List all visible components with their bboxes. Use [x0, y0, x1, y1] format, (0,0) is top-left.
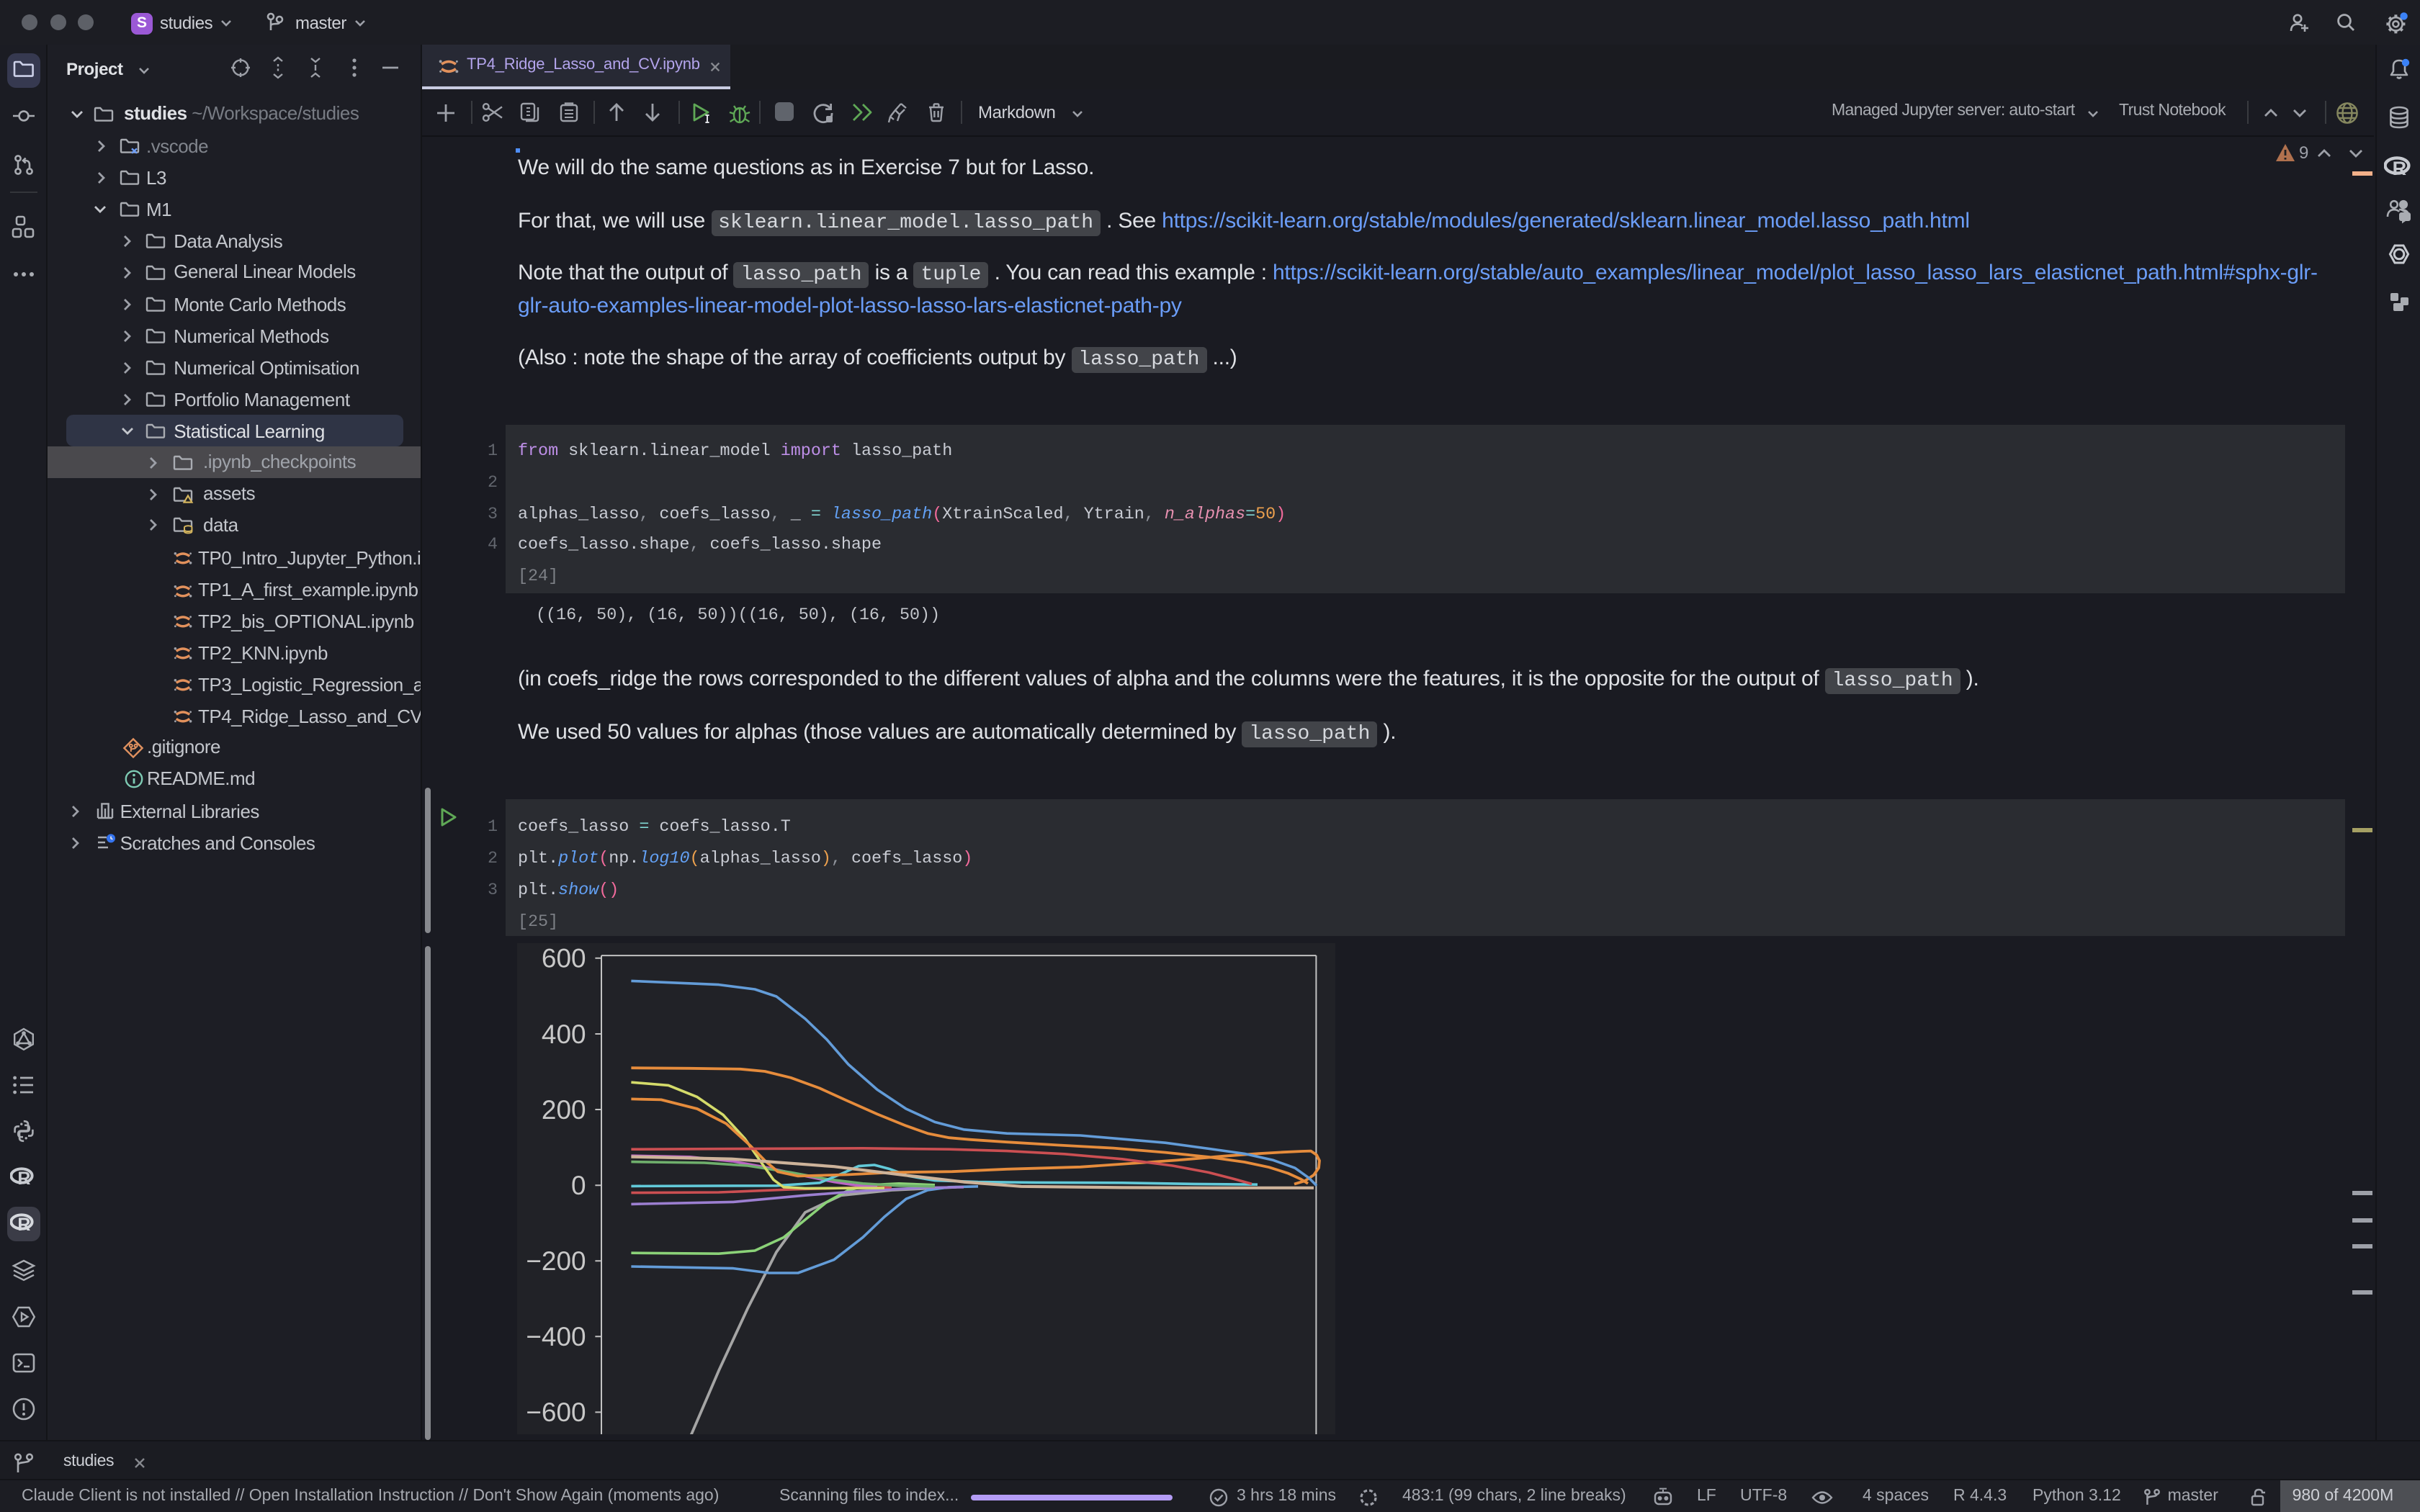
svg-text:200: 200 — [541, 1094, 586, 1124]
svg-text:−200: −200 — [525, 1246, 585, 1275]
svg-text:−400: −400 — [525, 1321, 585, 1351]
svg-text:400: 400 — [541, 1019, 586, 1048]
svg-text:R: R — [17, 1169, 30, 1189]
svg-text:R: R — [2393, 157, 2407, 179]
svg-text:−600: −600 — [525, 1397, 585, 1426]
svg-text:0: 0 — [570, 1170, 586, 1200]
svg-text:600: 600 — [541, 943, 586, 973]
svg-text:R: R — [17, 1215, 30, 1235]
